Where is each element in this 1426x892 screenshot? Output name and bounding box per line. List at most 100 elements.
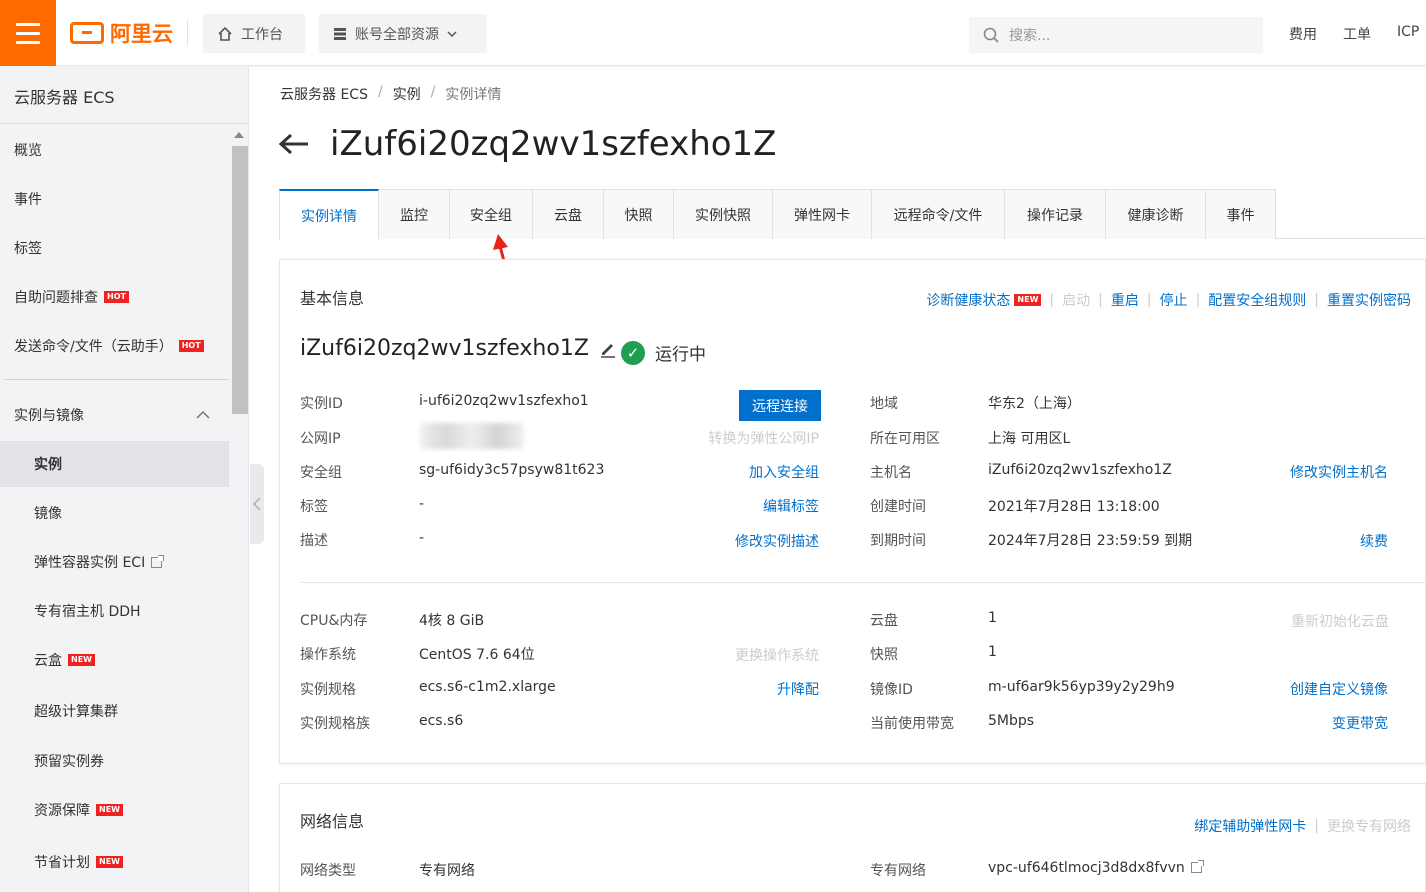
tab-remote-commands[interactable]: 远程命令/文件: [872, 189, 1005, 239]
security-group-label: 安全组: [300, 465, 342, 481]
sidebar-item-label: 预留实例券: [34, 754, 104, 770]
vpc-value[interactable]: vpc-uf646tlmocj3d8dx8fvvn: [988, 860, 1204, 876]
sidebar-item-events[interactable]: 事件: [0, 176, 229, 222]
scroll-up-icon[interactable]: [234, 132, 244, 138]
server-icon: [334, 27, 346, 40]
region-value: 华东2（上海）: [988, 396, 1081, 412]
sidebar-item-label: 事件: [14, 192, 42, 208]
image-id-label: 镜像ID: [870, 682, 913, 698]
sidebar-item-overview[interactable]: 概览: [0, 127, 229, 173]
tab-instance-snapshots[interactable]: 实例快照: [674, 189, 773, 239]
sidebar-item-eci[interactable]: 弹性容器实例 ECI: [0, 539, 229, 585]
sidebar-scrollbar[interactable]: [230, 128, 248, 892]
sidebar-item-savings[interactable]: 节省计划 NEW: [0, 839, 229, 885]
resources-dropdown[interactable]: 账号全部资源: [319, 14, 487, 53]
os-label: 操作系统: [300, 647, 356, 663]
sidebar-item-images[interactable]: 镜像: [0, 490, 229, 536]
bandwidth-label: 当前使用带宽: [870, 716, 954, 732]
aliyun-logo[interactable]: 阿里云: [70, 19, 173, 47]
os-value: CentOS 7.6 64位: [419, 647, 535, 663]
instance-name: iZuf6i20zq2wv1szfexho1Z: [300, 336, 617, 361]
collapse-sidebar-handle[interactable]: [250, 464, 264, 544]
action-separator: |: [1314, 292, 1319, 308]
network-info-title: 网络信息: [300, 812, 365, 831]
tab-events[interactable]: 事件: [1206, 189, 1276, 239]
upgrade-downgrade-link[interactable]: 升降配: [777, 679, 819, 699]
change-vpc-link[interactable]: 更换专有网络: [1327, 816, 1411, 836]
sidebar-item-label: 镜像: [34, 506, 62, 522]
sidebar-item-send-command[interactable]: 发送命令/文件（云助手） HOT: [0, 323, 229, 369]
hostname-label: 主机名: [870, 465, 912, 481]
start-link[interactable]: 启动: [1062, 290, 1090, 310]
expire-time-value: 2024年7月28日 23:59:59 到期: [988, 533, 1193, 549]
convert-eip-link[interactable]: 转换为弹性公网IP: [708, 428, 819, 448]
join-sg-link[interactable]: 加入安全组: [749, 462, 819, 482]
sidebar-item-label: 实例: [34, 457, 62, 473]
sidebar-title: 云服务器 ECS: [0, 66, 249, 124]
workbench-button[interactable]: 工作台: [203, 14, 305, 53]
stop-link[interactable]: 停止: [1160, 290, 1188, 310]
divider: [187, 20, 188, 46]
breadcrumb-separator: /: [430, 84, 436, 100]
diagnose-health-link[interactable]: 诊断健康状态: [926, 290, 1010, 310]
resources-label: 账号全部资源: [355, 26, 439, 43]
remote-connect-button[interactable]: 远程连接: [739, 390, 821, 421]
breadcrumb-ecs[interactable]: 云服务器 ECS: [280, 84, 368, 104]
sidebar-item-reserved[interactable]: 预留实例券: [0, 738, 229, 784]
network-info-card: 网络信息 绑定辅助弹性网卡 | 更换专有网络 网络类型 专有网络 专有网络 vp…: [279, 783, 1426, 892]
back-arrow-icon[interactable]: [278, 132, 310, 156]
sidebar-item-tags[interactable]: 标签: [0, 225, 229, 271]
sidebar-item-label: 云盒: [34, 653, 62, 669]
external-link-icon: [151, 554, 165, 568]
tab-instance-details[interactable]: 实例详情: [279, 189, 379, 240]
edit-description-link[interactable]: 修改实例描述: [735, 531, 819, 551]
search-input[interactable]: 搜索...: [969, 17, 1263, 53]
renew-link[interactable]: 续费: [1360, 531, 1388, 551]
tab-snapshots[interactable]: 快照: [604, 189, 674, 239]
instance-type-value: ecs.s6-c1m2.xlarge: [419, 679, 556, 695]
sidebar-item-cloudbox[interactable]: 云盒 NEW: [0, 637, 229, 683]
ticket-link[interactable]: 工单: [1343, 24, 1371, 44]
change-bandwidth-link[interactable]: 变更带宽: [1332, 713, 1388, 733]
sidebar-item-label: 节省计划: [34, 855, 90, 871]
reinit-disk-link[interactable]: 重新初始化云盘: [1291, 611, 1389, 631]
sidebar-item-instances[interactable]: 实例: [0, 441, 229, 487]
sidebar-item-scc[interactable]: 超级计算集群: [0, 688, 229, 734]
snapshot-value: 1: [988, 644, 997, 660]
instance-type-label: 实例规格: [300, 682, 356, 698]
sidebar-item-assurance[interactable]: 资源保障 NEW: [0, 787, 229, 833]
reset-password-link[interactable]: 重置实例密码: [1327, 290, 1411, 310]
sidebar-item-ddh[interactable]: 专有宿主机 DDH: [0, 588, 229, 634]
restart-link[interactable]: 重启: [1111, 290, 1139, 310]
external-link-icon[interactable]: [1190, 860, 1204, 873]
menu-icon[interactable]: [0, 0, 56, 66]
zone-label: 所在可用区: [870, 431, 940, 447]
network-actions: 绑定辅助弹性网卡 | 更换专有网络: [1194, 816, 1411, 836]
divider: [4, 379, 229, 380]
tab-disks[interactable]: 云盘: [533, 189, 604, 239]
scroll-thumb[interactable]: [232, 146, 248, 414]
edit-icon[interactable]: [599, 340, 617, 358]
tags-value: -: [419, 496, 425, 512]
tab-monitoring[interactable]: 监控: [379, 189, 450, 239]
sidebar-item-troubleshoot[interactable]: 自助问题排查 HOT: [0, 274, 229, 320]
icp-link[interactable]: ICP: [1397, 24, 1419, 40]
action-separator: |: [1049, 292, 1055, 308]
create-image-link[interactable]: 创建自定义镜像: [1290, 679, 1388, 699]
chevron-down-icon: [447, 30, 457, 37]
bandwidth-value: 5Mbps: [988, 713, 1035, 729]
edit-tags-link[interactable]: 编辑标签: [763, 496, 819, 516]
edit-hostname-link[interactable]: 修改实例主机名: [1290, 462, 1388, 482]
config-sg-rules-link[interactable]: 配置安全组规则: [1208, 290, 1306, 310]
breadcrumb-instances[interactable]: 实例: [393, 84, 421, 104]
tab-eni[interactable]: 弹性网卡: [773, 189, 872, 239]
bind-eni-link[interactable]: 绑定辅助弹性网卡: [1194, 816, 1306, 836]
instance-id-value: i-uf6i20zq2wv1szfexho1: [419, 393, 589, 409]
logo-mark-icon: [70, 22, 104, 44]
change-os-link[interactable]: 更换操作系统: [735, 645, 819, 665]
tab-health-diagnosis[interactable]: 健康诊断: [1106, 189, 1206, 239]
sidebar-group-instances-images[interactable]: 实例与镜像: [0, 392, 229, 438]
tab-operation-logs[interactable]: 操作记录: [1005, 189, 1106, 239]
billing-link[interactable]: 费用: [1289, 24, 1317, 44]
disk-label: 云盘: [870, 613, 898, 629]
